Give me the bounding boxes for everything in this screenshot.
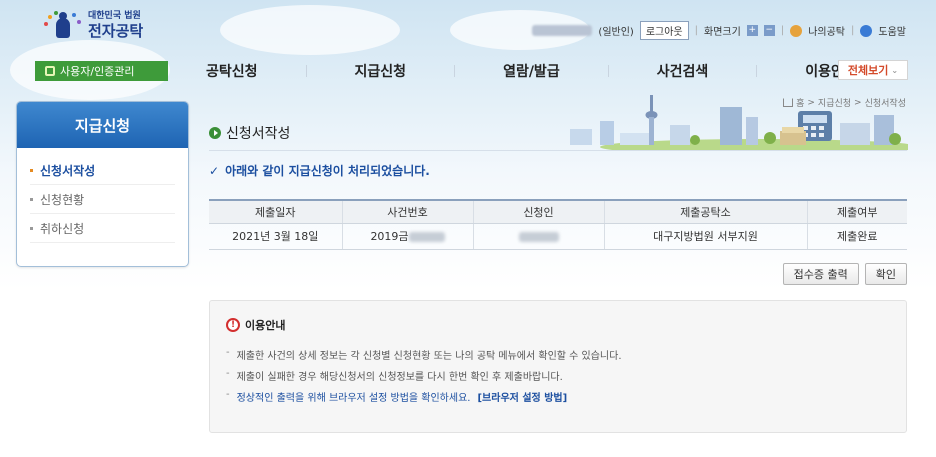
full-view-button[interactable]: 전체보기 ⌄: [838, 60, 908, 80]
logout-button[interactable]: 로그아웃: [639, 21, 689, 40]
table-header-row: 제출일자 사건번호 신청인 제출공탁소 제출여부: [209, 199, 907, 224]
user-type: (일반인): [598, 27, 634, 38]
main-nav: 사용자/인증관리 공탁신청 지급신청 열람/발급 사건검색 이용안내 전체보기 …: [35, 60, 908, 82]
top-utility-bar: (일반인) 로그아웃 | 화면크기 + − | 나의공탁 | 도움말: [532, 21, 906, 40]
info-item: - 제출한 사건의 상세 정보는 각 신청별 신청현황 또는 나의 공탁 메뉴에…: [226, 347, 622, 362]
browser-settings-link[interactable]: [브라우저 설정 방법]: [477, 389, 567, 410]
person-icon: [790, 24, 803, 37]
help-icon: [860, 24, 873, 37]
redacted-case-number: [408, 232, 445, 242]
check-icon: ✓: [209, 163, 220, 178]
my-deposit-link[interactable]: 나의공탁: [808, 23, 845, 38]
site-logo[interactable]: 대한민국 법원 전자공탁: [42, 10, 143, 40]
nav-item-payment-apply[interactable]: 지급신청: [355, 61, 407, 81]
cell-case-number: 2019금: [342, 223, 474, 250]
column-header: 제출공탁소: [604, 199, 808, 224]
cell-office: 대구지방법원 서부지원: [604, 223, 808, 250]
bullet-icon: [30, 197, 33, 201]
exclamation-icon: !: [226, 318, 240, 332]
page-title: 신청서작성: [209, 123, 290, 143]
zoom-out-button[interactable]: −: [763, 25, 775, 36]
logo-subtitle: 대한민국 법원: [88, 10, 141, 21]
logo-title: 전자공탁: [88, 21, 144, 40]
sidebar: 지급신청 신청서작성 신청현황 취하신청: [16, 101, 189, 267]
cityscape-illustration: [570, 95, 908, 151]
help-link[interactable]: 도움말: [878, 23, 906, 38]
user-auth-management-button[interactable]: 사용자/인증관리: [35, 61, 168, 81]
info-item: - 제출이 실패한 경우 해당신청서의 신청정보를 다시 한번 확인 후 제출바…: [226, 368, 563, 383]
chevron-down-icon: ⌄: [891, 65, 899, 75]
print-receipt-button[interactable]: 접수증 출력: [782, 263, 859, 285]
user-name-redacted: [532, 25, 593, 36]
redacted-applicant: [518, 231, 559, 242]
sidebar-item-write-application[interactable]: 신청서작성: [30, 156, 175, 185]
cell-applicant: [473, 223, 605, 250]
table-row: 2021년 3월 18일 2019금 대구지방법원 서부지원 제출완료: [209, 223, 907, 250]
sidebar-item-application-status[interactable]: 신청현황: [30, 185, 175, 214]
column-header: 제출여부: [807, 199, 907, 224]
user-auth-icon: [45, 66, 55, 76]
completion-message: ✓ 아래와 같이 지급신청이 처리되었습니다.: [209, 163, 430, 179]
result-table: 제출일자 사건번호 신청인 제출공탁소 제출여부 2021년 3월 18일 20…: [209, 199, 907, 250]
column-header: 제출일자: [209, 199, 343, 224]
zoom-in-button[interactable]: +: [746, 25, 758, 36]
screen-size-label: 화면크기: [704, 27, 741, 38]
info-item-browser: - 정상적인 출력을 위해 브라우저 설정 방법을 확인하세요. [브라우저 설…: [226, 389, 890, 410]
cell-status: 제출완료: [807, 223, 907, 250]
usage-info-box: ! 이용안내 - 제출한 사건의 상세 정보는 각 신청별 신청현황 또는 나의…: [209, 300, 907, 433]
sidebar-item-withdraw-application[interactable]: 취하신청: [30, 214, 175, 243]
title-divider: [209, 150, 907, 151]
cell-date: 2021년 3월 18일: [209, 223, 343, 250]
column-header: 신청인: [473, 199, 605, 224]
arrow-right-icon: [209, 127, 221, 139]
column-header: 사건번호: [342, 199, 474, 224]
nav-item-case-search[interactable]: 사건검색: [657, 61, 709, 81]
bullet-icon: [30, 168, 33, 172]
logo-icon: [42, 10, 82, 40]
info-title: ! 이용안내: [226, 317, 890, 333]
nav-item-view-issue[interactable]: 열람/발급: [503, 61, 560, 81]
sidebar-title: 지급신청: [17, 102, 188, 148]
nav-item-deposit-apply[interactable]: 공탁신청: [206, 61, 258, 81]
action-buttons: 접수증 출력 확인: [782, 263, 907, 285]
confirm-button[interactable]: 확인: [864, 263, 907, 285]
bullet-icon: [30, 226, 33, 230]
